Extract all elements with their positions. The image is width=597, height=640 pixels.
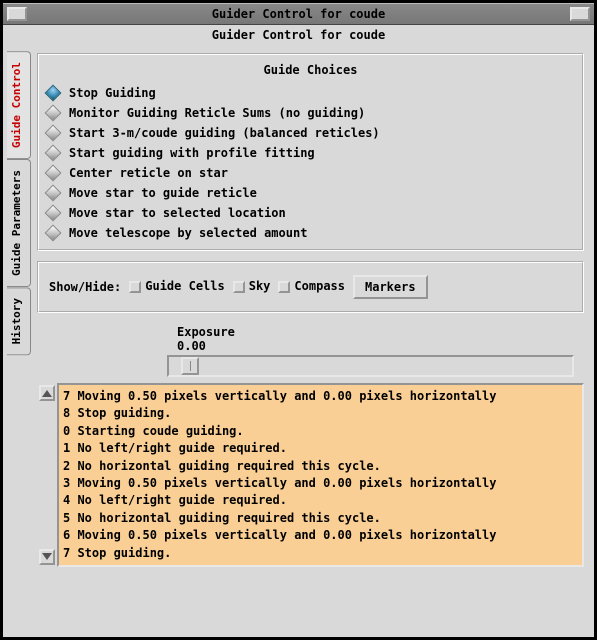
diamond-icon (45, 225, 62, 242)
check-label: Compass (294, 280, 345, 293)
diamond-icon (45, 105, 62, 122)
markers-button[interactable]: Markers (353, 275, 428, 299)
diamond-icon (45, 205, 62, 222)
checkbox-icon (233, 281, 245, 293)
show-hide-label: Show/Hide: (49, 280, 121, 294)
window-maximize-button[interactable] (570, 7, 590, 21)
history-log: 7 Moving 0.50 pixels vertically and 0.00… (57, 383, 584, 567)
check-label: Sky (249, 280, 271, 293)
scroll-down-button[interactable] (39, 549, 55, 565)
window: Guider Control for coude Guider Control … (0, 0, 597, 640)
choice-label: Stop Guiding (69, 86, 156, 100)
history-panel: 7 Moving 0.50 pixels vertically and 0.00… (37, 383, 584, 567)
diamond-icon (45, 185, 62, 202)
guide-choices-panel: Guide Choices Stop Guiding Monitor Guidi… (37, 53, 584, 251)
check-compass[interactable]: Compass (278, 280, 345, 293)
choice-move-star-reticle[interactable]: Move star to guide reticle (43, 183, 578, 203)
exposure-label: Exposure (177, 325, 584, 339)
choice-label: Move telescope by selected amount (69, 226, 307, 240)
diamond-icon (45, 165, 62, 182)
chevron-down-icon (42, 553, 52, 560)
choice-label: Start 3-m/coude guiding (balanced reticl… (69, 126, 380, 140)
show-hide-panel: Show/Hide: Guide Cells Sky Compass Marke… (37, 261, 584, 313)
exposure-panel: Exposure 0.00 (37, 323, 584, 383)
window-subtitle: Guider Control for coude (3, 25, 594, 45)
choice-start-3m-coude[interactable]: Start 3-m/coude guiding (balanced reticl… (43, 123, 578, 143)
check-sky[interactable]: Sky (233, 280, 271, 293)
checkbox-icon (278, 281, 290, 293)
choice-stop-guiding[interactable]: Stop Guiding (43, 83, 578, 103)
tab-history[interactable]: History (7, 287, 31, 355)
scroll-up-button[interactable] (39, 385, 55, 401)
tab-guide-control[interactable]: Guide Control (7, 51, 31, 159)
diamond-icon (45, 85, 62, 102)
body-area: Guide Control Guide Parameters History G… (3, 45, 594, 637)
choice-label: Center reticle on star (69, 166, 228, 180)
choice-center-reticle[interactable]: Center reticle on star (43, 163, 578, 183)
checkbox-icon (129, 281, 141, 293)
choice-profile-fitting[interactable]: Start guiding with profile fitting (43, 143, 578, 163)
history-scrollbar (37, 383, 57, 567)
check-label: Guide Cells (145, 280, 224, 293)
diamond-icon (45, 125, 62, 142)
choice-move-star-location[interactable]: Move star to selected location (43, 203, 578, 223)
side-tabs: Guide Control Guide Parameters History (3, 45, 31, 637)
exposure-value: 0.00 (177, 339, 584, 353)
window-title: Guider Control for coude (212, 7, 385, 21)
choice-move-telescope[interactable]: Move telescope by selected amount (43, 223, 578, 243)
choice-label: Move star to guide reticle (69, 186, 257, 200)
check-guide-cells[interactable]: Guide Cells (129, 280, 224, 293)
chevron-up-icon (42, 390, 52, 397)
choice-label: Move star to selected location (69, 206, 286, 220)
titlebar: Guider Control for coude (3, 3, 594, 25)
slider-thumb[interactable] (181, 357, 199, 375)
diamond-icon (45, 145, 62, 162)
exposure-slider[interactable] (167, 355, 574, 377)
tab-guide-parameters[interactable]: Guide Parameters (7, 159, 31, 287)
choice-monitor-sums[interactable]: Monitor Guiding Reticle Sums (no guiding… (43, 103, 578, 123)
choice-label: Monitor Guiding Reticle Sums (no guiding… (69, 106, 365, 120)
choice-label: Start guiding with profile fitting (69, 146, 315, 160)
window-menu-button[interactable] (7, 7, 27, 21)
guide-choices-title: Guide Choices (43, 63, 578, 77)
main-panel: Guide Choices Stop Guiding Monitor Guidi… (31, 45, 594, 637)
